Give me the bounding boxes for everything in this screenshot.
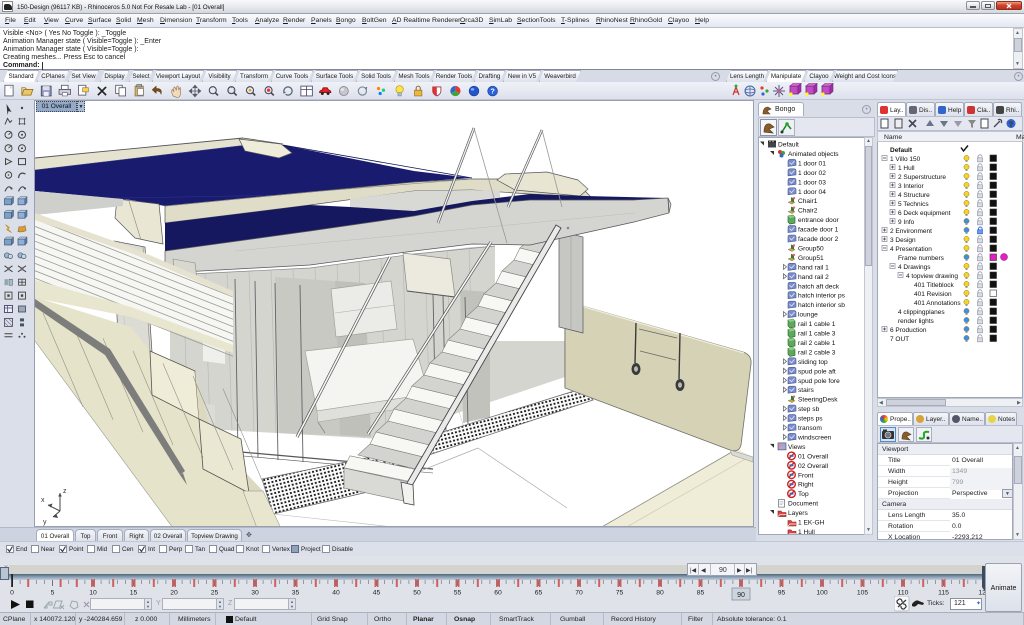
svg-text:Front: Front — [798, 472, 814, 479]
svg-text:1 door 02: 1 door 02 — [798, 170, 826, 177]
svg-text:3 Design: 3 Design — [890, 237, 916, 244]
svg-text:0: 0 — [10, 590, 14, 597]
svg-text:Animated objects: Animated objects — [788, 151, 839, 158]
svg-text:5: 5 — [51, 590, 55, 597]
svg-text:6 Production: 6 Production — [890, 327, 927, 334]
svg-text:SteeringDesk: SteeringDesk — [798, 397, 838, 404]
svg-text:hatch interior ps: hatch interior ps — [798, 293, 846, 300]
svg-text:15: 15 — [130, 590, 138, 597]
svg-text:4 Structure: 4 Structure — [898, 192, 930, 199]
svg-text:steps ps: steps ps — [798, 416, 823, 423]
svg-text:70: 70 — [575, 590, 583, 597]
svg-text:401 Revision: 401 Revision — [914, 291, 952, 298]
svg-text:rail 1 cable 3: rail 1 cable 3 — [798, 331, 836, 338]
svg-text:10: 10 — [89, 590, 97, 597]
svg-text:Chair1: Chair1 — [798, 198, 818, 205]
svg-text:Top: Top — [798, 491, 809, 498]
svg-text:80: 80 — [656, 590, 664, 597]
svg-text:render lights: render lights — [898, 318, 935, 325]
svg-text:2 Environment: 2 Environment — [890, 228, 932, 235]
svg-text:401 Titleblock: 401 Titleblock — [914, 282, 954, 289]
svg-text:25: 25 — [211, 590, 219, 597]
svg-text:Group51: Group51 — [798, 255, 824, 262]
svg-text:Right: Right — [798, 482, 814, 489]
svg-text:rail 1 cable 1: rail 1 cable 1 — [798, 321, 836, 328]
svg-text:1 Hull: 1 Hull — [898, 165, 915, 172]
svg-text:1 EK-GH: 1 EK-GH — [798, 520, 825, 527]
svg-text:7 OUT: 7 OUT — [890, 336, 909, 343]
svg-text:50: 50 — [413, 590, 421, 597]
svg-text:1 Hull: 1 Hull — [798, 529, 815, 535]
svg-text:30: 30 — [251, 590, 259, 597]
svg-text:rail 2 cable 1: rail 2 cable 1 — [798, 340, 836, 347]
svg-text:hand rail 1: hand rail 1 — [798, 264, 829, 271]
svg-text:20: 20 — [170, 590, 178, 597]
svg-text:90: 90 — [737, 592, 745, 599]
svg-text:Group50: Group50 — [798, 245, 824, 252]
svg-text:lounge: lounge — [798, 312, 818, 319]
svg-text:95: 95 — [778, 590, 786, 597]
svg-text:?: ? — [490, 86, 495, 95]
svg-text:01 Overall: 01 Overall — [798, 453, 829, 460]
svg-text:4 Presentation: 4 Presentation — [890, 246, 932, 253]
svg-text:spud pole fore: spud pole fore — [798, 378, 840, 385]
svg-text:windscreen: windscreen — [797, 434, 832, 441]
svg-text:hand rail 2: hand rail 2 — [798, 274, 829, 281]
svg-text:stairs: stairs — [798, 387, 814, 394]
svg-text:4 topview drawing: 4 topview drawing — [906, 273, 958, 280]
svg-text:z: z — [63, 488, 67, 495]
svg-text:100: 100 — [816, 590, 828, 597]
svg-text:3 Interior: 3 Interior — [898, 183, 924, 190]
svg-text:x: x — [41, 497, 45, 504]
svg-text:sliding top: sliding top — [798, 359, 828, 366]
svg-text:Default: Default — [778, 142, 799, 149]
svg-text:1 door 04: 1 door 04 — [798, 189, 826, 196]
svg-text:55: 55 — [454, 590, 462, 597]
svg-text:1 door 03: 1 door 03 — [798, 179, 826, 186]
svg-text:hatch interior sb: hatch interior sb — [798, 302, 845, 309]
svg-text:Frame numbers: Frame numbers — [898, 255, 945, 262]
svg-text:6 Deck equipment: 6 Deck equipment — [898, 210, 951, 217]
svg-text:35: 35 — [292, 590, 300, 597]
svg-text:40: 40 — [332, 590, 340, 597]
svg-text:02 Overall: 02 Overall — [798, 463, 829, 470]
svg-text:Views: Views — [788, 444, 806, 451]
svg-text:9 Info: 9 Info — [898, 219, 915, 226]
svg-text:105: 105 — [857, 590, 869, 597]
svg-text:facade door 2: facade door 2 — [798, 236, 839, 243]
svg-text:hatch aft deck: hatch aft deck — [798, 283, 840, 290]
svg-text:4 Drawings: 4 Drawings — [898, 264, 931, 271]
svg-text:60: 60 — [494, 590, 502, 597]
svg-text:Layers: Layers — [788, 510, 808, 517]
svg-text:45: 45 — [373, 590, 381, 597]
svg-text:rail 2 cable 3: rail 2 cable 3 — [798, 349, 836, 356]
svg-text:transom: transom — [798, 425, 822, 432]
svg-text:4 clippingplanes: 4 clippingplanes — [898, 309, 945, 316]
svg-text:2 Superstructure: 2 Superstructure — [898, 174, 946, 181]
svg-text:1 door 01: 1 door 01 — [798, 160, 826, 167]
svg-text:75: 75 — [616, 590, 624, 597]
svg-text:5 Technics: 5 Technics — [898, 201, 929, 208]
svg-text:step sb: step sb — [798, 406, 820, 413]
svg-text:85: 85 — [697, 590, 705, 597]
svg-text:?: ? — [1009, 122, 1013, 129]
svg-text:401 Annotations: 401 Annotations — [914, 300, 961, 307]
svg-text:Chair2: Chair2 — [798, 208, 818, 215]
svg-text:spud pole aft: spud pole aft — [798, 368, 836, 375]
svg-text:facade door 1: facade door 1 — [798, 227, 839, 234]
svg-text:65: 65 — [535, 590, 543, 597]
svg-text:Default: Default — [890, 147, 913, 154]
svg-text:y: y — [43, 519, 47, 526]
svg-text:Document: Document — [788, 501, 818, 508]
svg-text:entrance door: entrance door — [798, 217, 839, 224]
svg-text:1 Villo 150: 1 Villo 150 — [890, 156, 921, 163]
